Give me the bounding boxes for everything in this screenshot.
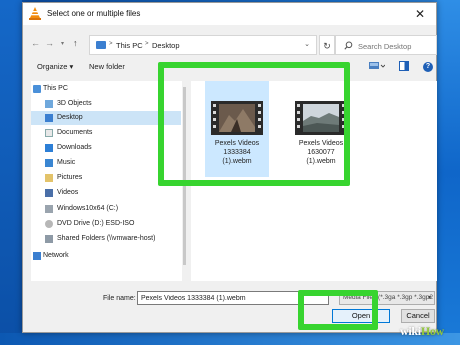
up-arrow-icon[interactable]: ↑ bbox=[73, 38, 78, 48]
cube-folder-icon bbox=[45, 100, 53, 108]
nav-item-label: Pictures bbox=[57, 174, 83, 181]
new-folder-button[interactable]: New folder bbox=[89, 62, 125, 71]
nav-item-videos[interactable]: Videos bbox=[31, 186, 181, 200]
close-icon: ✕ bbox=[414, 7, 426, 21]
refresh-icon[interactable]: ↻ bbox=[319, 35, 335, 55]
desktop-background-left bbox=[0, 0, 22, 345]
highlight-box-files bbox=[158, 62, 350, 186]
wikihow-logo: wikiHow bbox=[400, 324, 444, 339]
computer-icon bbox=[33, 85, 41, 93]
nav-item-c-drive[interactable]: Windows10x64 (C:) bbox=[31, 202, 181, 216]
videos-folder-icon bbox=[45, 189, 53, 197]
vlc-icon bbox=[29, 7, 41, 20]
file-name-label: File name: bbox=[103, 295, 136, 302]
nav-item-label: 3D Objects bbox=[57, 100, 92, 107]
network-icon bbox=[33, 252, 41, 260]
chevron-down-icon: ▾ bbox=[427, 295, 431, 301]
folder-icon bbox=[96, 41, 106, 49]
address-bar[interactable]: > This PC > Desktop ⌄ bbox=[89, 35, 317, 55]
downloads-folder-icon bbox=[45, 144, 53, 152]
help-icon[interactable]: ? bbox=[423, 62, 433, 72]
nav-item-label: Music bbox=[57, 159, 76, 166]
drive-icon bbox=[45, 205, 53, 213]
recent-locations-chevron-icon[interactable]: ▾ bbox=[61, 40, 64, 47]
desktop-background-bottom bbox=[0, 333, 460, 345]
nav-item-label: Windows10x64 (C:) bbox=[57, 205, 119, 212]
pictures-folder-icon bbox=[45, 174, 53, 182]
change-view-icon[interactable] bbox=[369, 61, 385, 71]
nav-item-label: Videos bbox=[57, 189, 79, 196]
nav-item-shared-folders[interactable]: Shared Folders (\\vmware-host) bbox=[31, 232, 181, 246]
organize-button[interactable]: Organize ▾ bbox=[37, 62, 73, 71]
wikihow-logo-wiki: wiki bbox=[400, 324, 421, 338]
nav-item-label: Documents bbox=[57, 129, 93, 136]
breadcrumb-desktop[interactable]: Desktop bbox=[152, 41, 180, 50]
breadcrumb-separator-icon: > bbox=[145, 41, 149, 47]
music-folder-icon bbox=[45, 159, 53, 167]
search-input[interactable] bbox=[358, 39, 434, 53]
preview-pane-icon[interactable] bbox=[399, 61, 409, 71]
cancel-button[interactable]: Cancel bbox=[401, 309, 435, 323]
back-arrow-icon[interactable]: ← bbox=[31, 38, 40, 48]
nav-item-label: DVD Drive (D:) ESD-ISO bbox=[57, 220, 135, 227]
nav-item-label: Desktop bbox=[57, 114, 83, 121]
network-drive-icon bbox=[45, 235, 53, 243]
nav-item-label: Shared Folders (\\vmware-host) bbox=[57, 235, 156, 242]
nav-item-label: Network bbox=[43, 252, 69, 259]
window-title: Select one or multiple files bbox=[47, 9, 141, 18]
documents-folder-icon bbox=[45, 129, 53, 137]
nav-item-label: This PC bbox=[43, 85, 68, 92]
search-box[interactable] bbox=[335, 35, 437, 55]
breadcrumb-this-pc[interactable]: This PC bbox=[116, 41, 143, 50]
nav-item-label: Downloads bbox=[57, 144, 92, 151]
desktop-folder-icon bbox=[45, 114, 53, 122]
search-icon bbox=[344, 41, 353, 50]
close-button[interactable]: ✕ bbox=[408, 5, 432, 23]
address-dropdown-chevron-icon[interactable]: ⌄ bbox=[304, 40, 310, 48]
highlight-box-open-button bbox=[298, 290, 378, 330]
nav-item-network[interactable]: Network bbox=[31, 249, 181, 263]
breadcrumb-separator-icon: > bbox=[109, 41, 113, 47]
address-row: ← → ▾ ↑ > This PC > Desktop ⌄ ↻ bbox=[23, 33, 437, 57]
title-bar[interactable]: Select one or multiple files ✕ bbox=[23, 3, 436, 25]
wikihow-logo-how: How bbox=[420, 324, 444, 338]
forward-arrow-icon[interactable]: → bbox=[45, 38, 54, 48]
dvd-drive-icon bbox=[45, 220, 53, 228]
desktop-background-right bbox=[437, 0, 460, 345]
nav-item-dvd-drive[interactable]: DVD Drive (D:) ESD-ISO bbox=[31, 217, 181, 231]
